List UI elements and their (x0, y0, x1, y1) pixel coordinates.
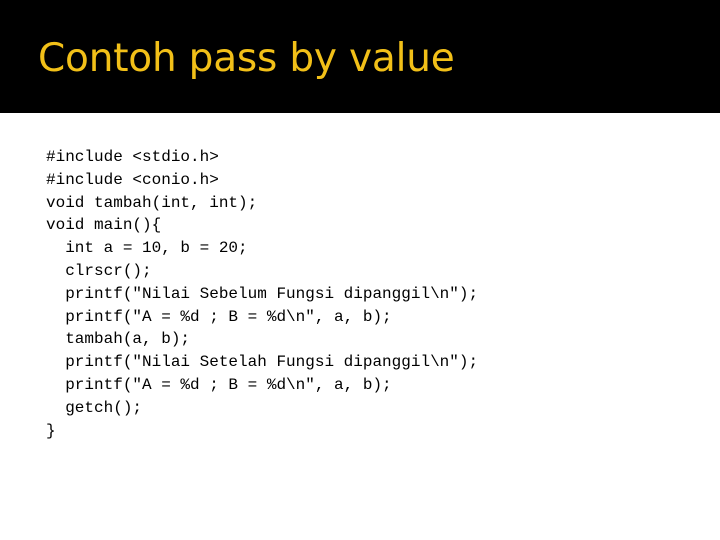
code-line: #include <stdio.h> (46, 148, 219, 166)
code-line: printf("A = %d ; B = %d\n", a, b); (46, 375, 392, 394)
code-line: #include <conio.h> (46, 170, 219, 189)
code-block: #include <stdio.h> #include <conio.h> void… (46, 146, 666, 442)
code-line: void main(){ (46, 216, 162, 235)
code-line: clrscr(); (46, 261, 152, 280)
code-line: tambah(a, b); (46, 330, 191, 349)
code-line: getch(); (46, 398, 143, 417)
code-line: int a = 10, b = 20; (46, 239, 248, 258)
slide: Contoh pass by value #include <stdio.h> #… (0, 0, 720, 540)
code-line: printf("A = %d ; B = %d\n", a, b); (46, 307, 392, 326)
code-line: } (46, 421, 56, 440)
page-title: Contoh pass by value (38, 36, 455, 81)
code-line: printf("Nilai Sebelum Fungsi dipanggil\n… (46, 284, 479, 303)
code-line: printf("Nilai Setelah Fungsi dipanggil\n… (46, 353, 479, 372)
code-line: void tambah(int, int); (46, 193, 258, 212)
